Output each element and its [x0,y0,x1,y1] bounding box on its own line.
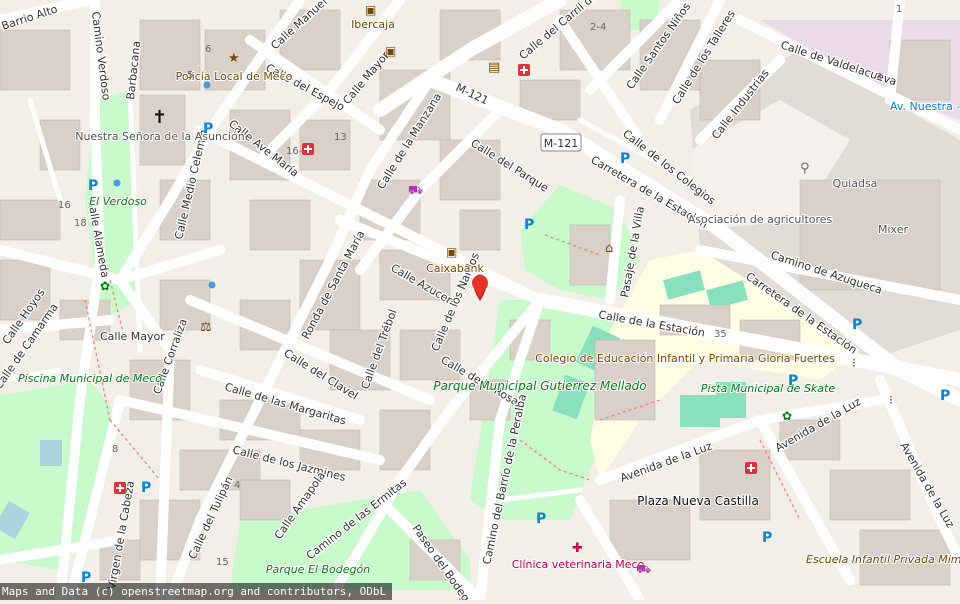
svg-text:P: P [788,373,798,389]
fountain-icon [203,81,211,89]
road-ref-label: M-121 [544,137,578,150]
traffic-signal-icon: ⁝ [852,356,856,370]
svg-text:P: P [141,480,151,496]
place-label: Parque Municipal Gutierrez Mellado [433,379,646,393]
house-number: 18 [74,218,87,229]
playground-icon: ✿ [782,409,792,423]
place-label: El Verdoso [89,195,147,208]
bank-icon: ▣ [365,3,376,17]
shopping-cart-icon: ⛟ [636,562,651,576]
svg-text:P: P [852,317,862,333]
place-label: Asociación de agricultores [688,213,833,226]
playground-icon: ✿ [100,279,110,293]
house-number: 4 [234,480,240,491]
police-icon: ★ [228,51,240,66]
fountain-icon [113,179,121,187]
house-number: 16 [58,200,71,211]
place-label: Caixabank [426,262,484,275]
house-number: 1 [896,4,902,15]
veterinary-icon: ✚ [572,541,583,556]
town-hall-icon: ⌂ [605,241,613,256]
house-number: 8 [112,444,118,455]
svg-text:P: P [524,217,534,233]
traffic-signal-icon: ⁝ [889,393,893,407]
place-label: Pista Municipal de Skate [701,382,835,395]
bank-icon: ▣ [385,44,396,58]
map-attribution: Maps and Data (c) openstreetmap.org and … [0,583,393,600]
place-label: Clínica veterinaria Meco [512,558,645,571]
house-number: 2-4 [590,22,606,33]
place-label: Plaza Nueva Castilla [637,494,759,508]
house-number: 3 [876,72,882,83]
place-label: Quiadsa [833,177,878,190]
tower-icon: ⚲ [800,161,810,176]
book-shop-icon: ▤ [488,60,500,75]
svg-text:P: P [762,530,772,546]
place-label: Ibercaja [351,18,395,31]
fountain-icon [208,281,216,289]
church-icon: ✝ [152,107,167,128]
bank-icon: ▣ [446,245,457,259]
house-number: 13 [334,132,347,143]
svg-text:P: P [536,511,546,527]
place-label: Colegio de Educación Infantil y Primaria… [535,352,835,365]
house-number: 6 [205,44,211,55]
house-number: 5 [187,70,193,81]
house-number: 15 [216,557,229,568]
place-label: Mixer [878,223,908,236]
svg-text:P: P [203,121,213,137]
shopping-cart-icon: ⛟ [408,183,423,197]
map-view[interactable]: Barrio Alto Camino Verdoso Barbacana Cal… [0,0,960,604]
place-label: Parque El Bodegón [266,563,370,576]
place-label: Piscina Municipal de Meco [18,372,162,385]
svg-text:P: P [940,388,950,404]
svg-text:P: P [88,178,98,194]
place-label: Av. Nuestra - Valde [890,100,960,113]
svg-text:P: P [620,151,630,167]
courthouse-icon: ⚖ [200,320,212,335]
house-number: 35 [714,329,727,340]
place-label: Escuela Infantil Privada Mimos [806,553,960,566]
place-label: Nuestra Señora de la Asunción [75,130,245,143]
street-label: Calle Mayor [100,330,165,343]
